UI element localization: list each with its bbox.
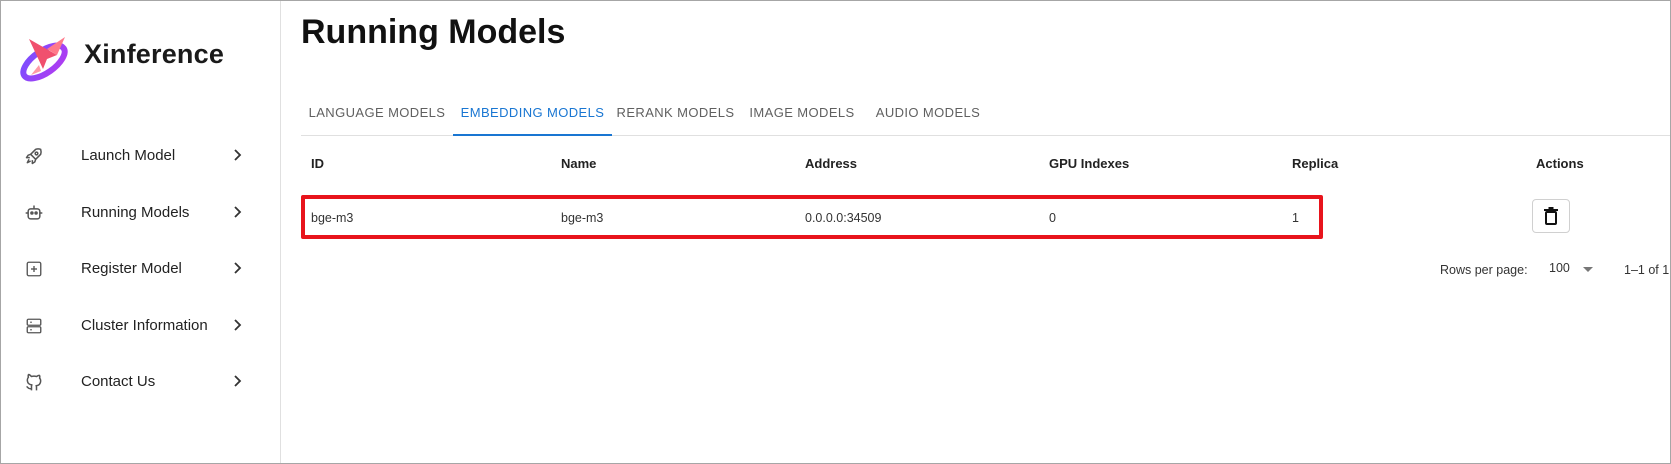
github-icon <box>23 371 45 393</box>
tab-embedding-models[interactable]: EMBEDDING MODELS <box>453 89 612 135</box>
model-type-tabs: LANGUAGE MODELS EMBEDDING MODELS RERANK … <box>301 89 1670 136</box>
column-header-address[interactable]: Address <box>805 156 857 171</box>
trash-icon <box>1544 207 1558 225</box>
page-title: Running Models <box>301 13 566 51</box>
tab-image-models[interactable]: IMAGE MODELS <box>739 89 865 135</box>
rows-per-page-value: 100 <box>1549 261 1570 275</box>
tab-audio-models[interactable]: AUDIO MODELS <box>865 89 991 135</box>
delete-model-button[interactable] <box>1532 199 1570 233</box>
column-header-gpu-indexes[interactable]: GPU Indexes <box>1049 156 1129 171</box>
sidebar-item-label: Register Model <box>81 259 182 277</box>
chevron-right-icon <box>234 262 242 274</box>
sidebar-item-label: Launch Model <box>81 146 176 164</box>
tab-language-models[interactable]: LANGUAGE MODELS <box>301 89 453 135</box>
server-icon <box>23 315 45 337</box>
column-header-name[interactable]: Name <box>561 156 596 171</box>
robot-icon <box>23 202 45 224</box>
chevron-right-icon <box>234 206 242 218</box>
column-header-replica[interactable]: Replica <box>1292 156 1338 171</box>
rows-per-page-select[interactable]: 100 <box>1549 261 1599 281</box>
brand-name: Xinference <box>84 39 225 69</box>
app-window: Xinference Launch Model Running Models R… <box>0 0 1671 464</box>
chevron-right-icon <box>234 149 242 161</box>
sidebar: Xinference Launch Model Running Models R… <box>1 1 281 463</box>
sidebar-item-contact-us[interactable]: Contact Us <box>1 352 281 410</box>
plus-square-icon <box>23 258 45 280</box>
sidebar-item-label: Running Models <box>81 203 190 221</box>
rows-per-page-label: Rows per page: <box>1440 263 1528 277</box>
column-header-id[interactable]: ID <box>311 156 324 171</box>
sidebar-item-launch-model[interactable]: Launch Model <box>1 126 281 184</box>
column-header-actions: Actions <box>1536 156 1584 171</box>
pagination-range: 1–1 of 1 <box>1624 263 1670 277</box>
active-tab-indicator <box>453 134 612 136</box>
sidebar-item-running-models[interactable]: Running Models <box>1 183 281 241</box>
rocket-icon <box>23 145 45 167</box>
dropdown-caret-icon <box>1583 267 1593 272</box>
tab-rerank-models[interactable]: RERANK MODELS <box>612 89 739 135</box>
sidebar-item-cluster-information[interactable]: Cluster Information <box>1 296 281 354</box>
row-highlight-annotation <box>301 195 1323 239</box>
xinference-logo-icon <box>20 37 68 82</box>
sidebar-item-label: Contact Us <box>81 372 156 390</box>
chevron-right-icon <box>234 319 242 331</box>
sidebar-item-register-model[interactable]: Register Model <box>1 239 281 297</box>
chevron-right-icon <box>234 375 242 387</box>
sidebar-item-label: Cluster Information <box>81 316 208 334</box>
